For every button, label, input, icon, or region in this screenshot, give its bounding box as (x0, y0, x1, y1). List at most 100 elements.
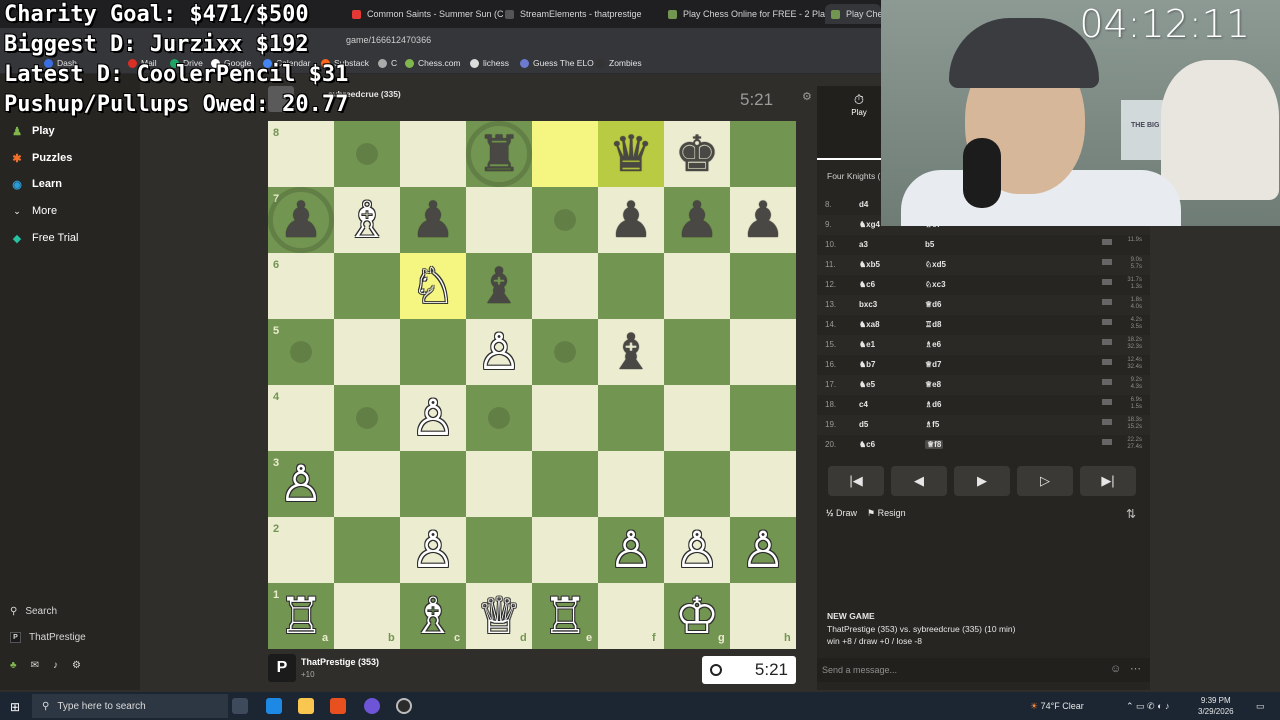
file-explorer-icon[interactable] (298, 698, 314, 714)
black-move[interactable]: ♖d8 (925, 320, 942, 329)
black-king-piece[interactable]: ♚ (664, 121, 730, 187)
more-options-icon[interactable]: ⋯ (1130, 662, 1141, 675)
black-move[interactable]: ♕d7 (925, 360, 942, 369)
sidebar-item-free-trial[interactable]: ◆ Free Trial (10, 231, 79, 245)
black-queen-piece[interactable]: ♛ (598, 121, 664, 187)
white-move[interactable]: ♞c6 (859, 440, 875, 449)
board-square-f6[interactable] (598, 253, 664, 319)
board-square-c8[interactable] (400, 121, 466, 187)
bookmark-guess-elo[interactable]: Guess The ELO (520, 58, 594, 68)
bookmark-chesscom[interactable]: Chess.com (405, 58, 461, 68)
taskbar-search[interactable]: ⚲ Type here to search (32, 694, 228, 718)
black-move[interactable]: ♗f5 (925, 420, 939, 429)
brave-browser-icon[interactable] (330, 698, 346, 714)
browser-tab[interactable]: Common Saints - Summer Sun (C (352, 4, 504, 24)
board-square-d3[interactable] (466, 451, 532, 517)
browser-tab[interactable]: StreamElements - thatprestige (505, 4, 642, 24)
tray-icons[interactable]: ⌃ ▭ ✆ ◐ ♪ (1126, 701, 1170, 712)
black-pawn-piece[interactable]: ♟ (664, 187, 730, 253)
board-square-h4[interactable] (730, 385, 796, 451)
white-rook-piece[interactable]: ♖ (268, 583, 334, 649)
black-pawn-piece[interactable]: ♟ (730, 187, 796, 253)
resign-button[interactable]: ⚑ Resign (867, 508, 906, 519)
bookmark-zombies[interactable]: Zombies (596, 58, 642, 68)
previous-move-button[interactable]: ◀ (891, 466, 947, 496)
white-move[interactable]: ♞b7 (859, 360, 876, 369)
white-pawn-piece[interactable]: ♙ (400, 385, 466, 451)
next-move-button[interactable]: ▷ (1017, 466, 1073, 496)
board-square-h8[interactable] (730, 121, 796, 187)
sidebar-item-more[interactable]: ⌄ More (10, 204, 57, 218)
board-square-h6[interactable] (730, 253, 796, 319)
browser-tab-active[interactable]: Play Ches (825, 4, 881, 24)
board-square-c3[interactable] (400, 451, 466, 517)
black-pawn-piece[interactable]: ♟ (598, 187, 664, 253)
draw-button[interactable]: ½ Draw (826, 508, 857, 519)
white-pawn-piece[interactable]: ♙ (598, 517, 664, 583)
white-pawn-piece[interactable]: ♙ (400, 517, 466, 583)
black-bishop-piece[interactable]: ♝ (598, 319, 664, 385)
play-moves-button[interactable]: ▶ (954, 466, 1010, 496)
move-hint-dot[interactable] (356, 407, 378, 429)
board-square-b6[interactable] (334, 253, 400, 319)
browser-tab[interactable]: Play Chess Online for FREE - 2 Playe (668, 4, 835, 24)
sidebar-item-play[interactable]: ♟ Play (10, 124, 55, 138)
white-move[interactable]: ♞xg4 (859, 220, 880, 229)
friends-icon[interactable]: ♣ (10, 660, 17, 671)
windows-start-icon[interactable]: ⊞ (10, 700, 20, 714)
white-bishop-piece[interactable]: ♗ (400, 583, 466, 649)
board-square-b2[interactable] (334, 517, 400, 583)
white-bishop-piece[interactable]: ♗ (334, 187, 400, 253)
flip-board-icon[interactable]: ⇅ (1126, 507, 1136, 521)
board-square-b3[interactable] (334, 451, 400, 517)
board-square-g6[interactable] (664, 253, 730, 319)
opening-name[interactable]: Four Knights ( (827, 171, 880, 181)
board-square-e8[interactable] (532, 121, 598, 187)
white-knight-piece[interactable]: ♘ (400, 253, 466, 319)
task-view-icon[interactable] (232, 698, 248, 714)
app-icon[interactable] (266, 698, 282, 714)
last-move-button[interactable]: ▶| (1080, 466, 1136, 496)
white-move[interactable]: ♞xb5 (859, 260, 880, 269)
board-square-h5[interactable] (730, 319, 796, 385)
sidebar-item-puzzles[interactable]: ✱ Puzzles (10, 151, 72, 165)
board-square-g3[interactable] (664, 451, 730, 517)
emoji-icon[interactable]: ☺ (1110, 663, 1121, 675)
white-king-piece[interactable]: ♔ (664, 583, 730, 649)
white-rook-piece[interactable]: ♖ (532, 583, 598, 649)
move-hint-dot[interactable] (554, 209, 576, 231)
white-pawn-piece[interactable]: ♙ (664, 517, 730, 583)
board-square-f3[interactable] (598, 451, 664, 517)
black-pawn-piece[interactable]: ♟ (268, 187, 334, 253)
black-move[interactable]: b5 (925, 240, 934, 249)
white-pawn-piece[interactable]: ♙ (268, 451, 334, 517)
white-pawn-piece[interactable]: ♙ (466, 319, 532, 385)
black-bishop-piece[interactable]: ♝ (466, 253, 532, 319)
bookmark-lichess[interactable]: lichess (470, 58, 509, 68)
white-move[interactable]: d5 (859, 420, 868, 429)
first-move-button[interactable]: |◀ (828, 466, 884, 496)
board-square-e2[interactable] (532, 517, 598, 583)
white-move[interactable]: ♞xa8 (859, 320, 880, 329)
black-move[interactable]: ♘xd5 (925, 260, 946, 269)
white-pawn-piece[interactable]: ♙ (730, 517, 796, 583)
white-move[interactable]: bxc3 (859, 300, 877, 309)
app-icon[interactable] (364, 698, 380, 714)
obs-icon[interactable] (396, 698, 412, 714)
black-move[interactable]: ♕f8 (925, 440, 944, 449)
chess-board[interactable]: 8 7 6 5 4 3 2 1 a b c d e f g h ♜ ♛ ♚ ♟ ♗ ♟ ♟ ♟ ♟ ♘ ♝ ♙ ♝ ♙ ♙ ♙ ♙ ♙ ♙ ♖ ♗ ♕ ♖ ♔ (268, 121, 796, 649)
white-queen-piece[interactable]: ♕ (466, 583, 532, 649)
weather-widget[interactable]: ☀ 74°F Clear (1030, 701, 1084, 712)
move-hint-dot[interactable] (290, 341, 312, 363)
black-move[interactable]: ♕e8 (925, 380, 941, 389)
gear-icon[interactable]: ⚙ (72, 660, 81, 671)
white-move[interactable]: d4 (859, 200, 868, 209)
move-hint-dot[interactable] (356, 143, 378, 165)
player-name[interactable]: ThatPrestige (353) (301, 657, 379, 667)
white-move[interactable]: a3 (859, 240, 868, 249)
player-avatar[interactable]: P (268, 654, 296, 682)
taskbar-clock[interactable]: 9:39 PM 3/29/2026 (1198, 695, 1234, 717)
board-square-g4[interactable] (664, 385, 730, 451)
board-square-b5[interactable] (334, 319, 400, 385)
board-square-e6[interactable] (532, 253, 598, 319)
